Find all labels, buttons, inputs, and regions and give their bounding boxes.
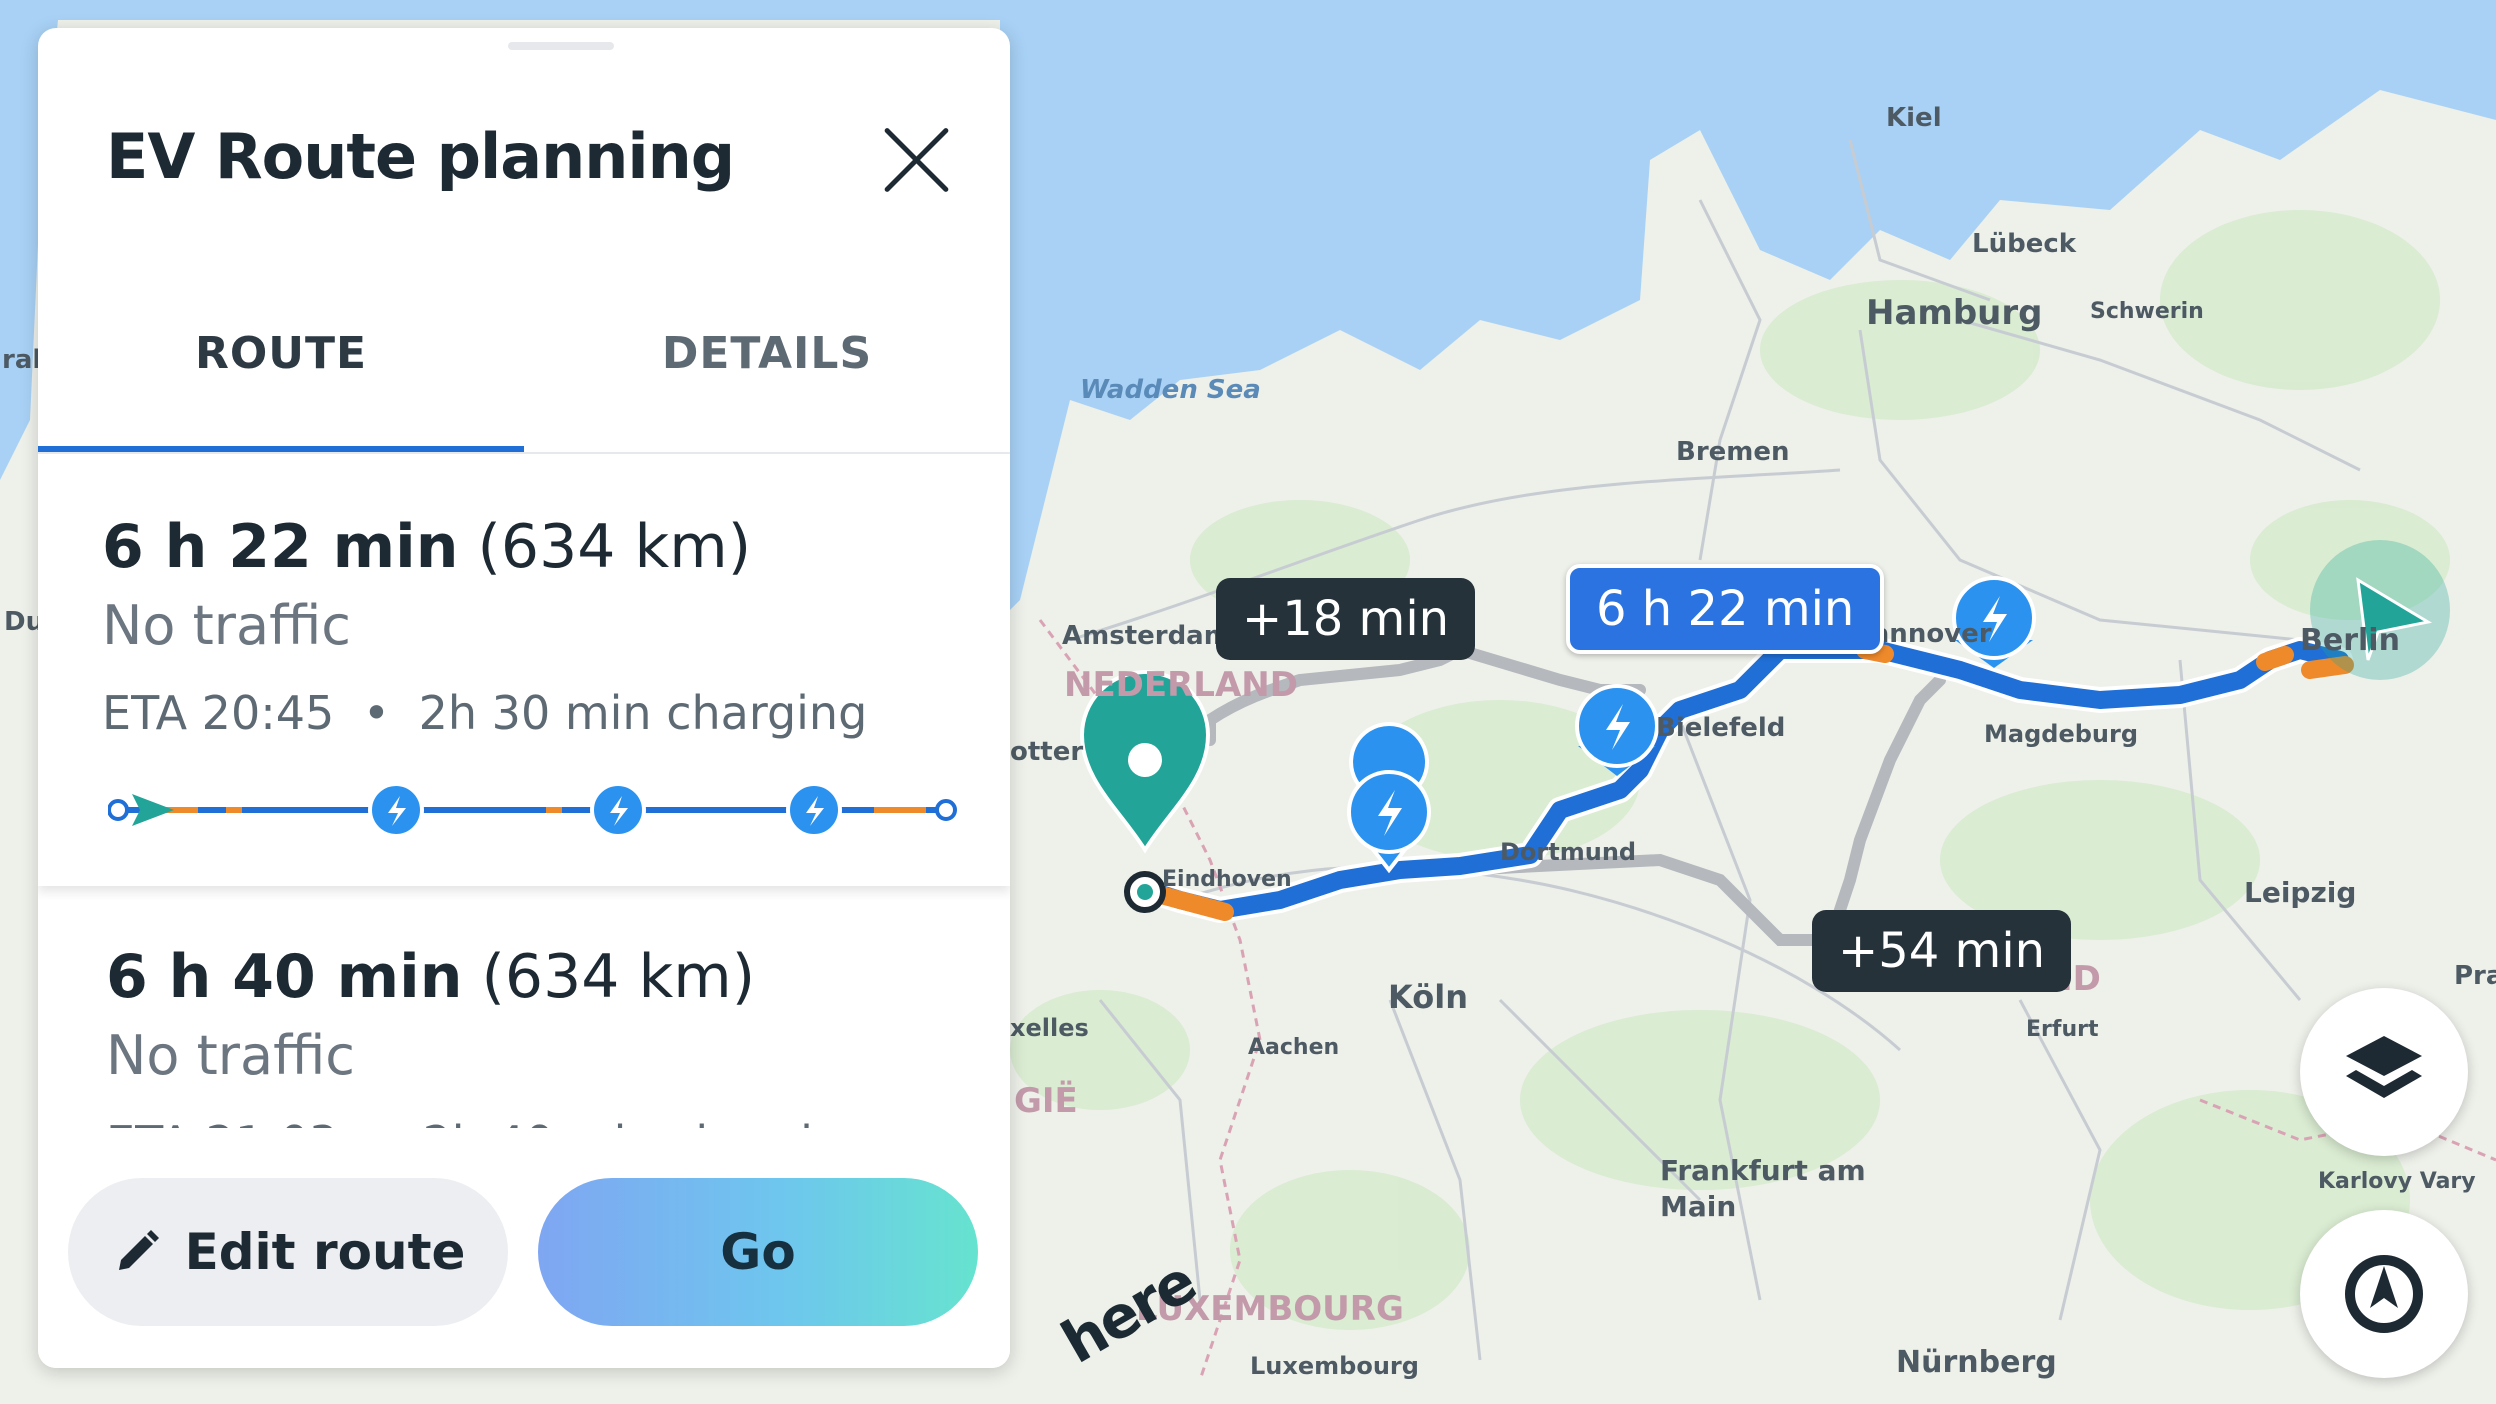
map-label-hamburg: Hamburg: [1866, 293, 2042, 333]
route-traffic: No traffic: [106, 1024, 355, 1087]
map-label-berlin: Berlin: [2300, 623, 2400, 658]
map-label-frankfurt: Frankfurt am: [1660, 1154, 1866, 1187]
map-label-koeln: Köln: [1388, 978, 1468, 1016]
close-icon[interactable]: [866, 120, 966, 220]
go-label: Go: [720, 1223, 796, 1281]
route-planning-panel: EV Route planning ROUTE DETAILS 6 h 22 m…: [38, 28, 1010, 1368]
destination-arrow-icon[interactable]: [2310, 540, 2450, 680]
tab-details[interactable]: DETAILS: [524, 328, 1010, 379]
map-label-wadden-sea: Wadden Sea: [1080, 375, 1261, 405]
compass-button[interactable]: [2300, 1210, 2468, 1378]
map-label-karlovy-vary: Karlovy Vary: [2318, 1169, 2476, 1194]
route-option-2[interactable]: 6 h 40 min (634 km) No traffic ETA 21:03…: [38, 900, 1010, 1170]
route-duration: 6 h 40 min: [106, 942, 463, 1012]
map-label-xelles: xelles: [1010, 1014, 1089, 1042]
map-label-pra: Pra: [2454, 961, 2496, 991]
route-time-badge-alt1[interactable]: +18 min: [1216, 578, 1476, 660]
map-label-magdeburg: Magdeburg: [1984, 720, 2138, 748]
route-summary: 6 h 22 min (634 km): [102, 512, 751, 582]
map-label-eindhoven: Eindhoven: [1162, 867, 1292, 892]
map-label-gie: GIË: [1014, 1080, 1078, 1121]
route-option-1[interactable]: 6 h 22 min (634 km) No traffic ETA 20:45…: [38, 454, 1010, 886]
route-time-badge-alt2[interactable]: +54 min: [1812, 910, 2072, 992]
panel-title: EV Route planning: [106, 120, 735, 193]
route-duration: 6 h 22 min: [102, 512, 459, 582]
map-label-bremen: Bremen: [1676, 437, 1790, 467]
route-eta-line: ETA 20:45 • 2h 30 min charging: [102, 686, 867, 740]
tab-route[interactable]: ROUTE: [38, 328, 524, 379]
map-label-amsterdam: Amsterdam: [1062, 621, 1231, 651]
map-label-bielefeld: Bielefeld: [1656, 713, 1785, 743]
edit-route-button[interactable]: Edit route: [68, 1178, 508, 1326]
map-label-kiel: Kiel: [1886, 103, 1942, 133]
map-label-dortmund: Dortmund: [1500, 838, 1636, 866]
map-label-ral: ral: [2, 345, 41, 375]
map-label-nederland: NEDERLAND: [1064, 665, 1298, 705]
layers-button[interactable]: [2300, 988, 2468, 1156]
route-distance: (634 km): [477, 512, 752, 582]
map-label-aachen: Aachen: [1248, 1035, 1339, 1060]
eta-separator: •: [362, 686, 391, 740]
panel-drag-handle[interactable]: [508, 42, 614, 50]
map-label-main: Main: [1660, 1190, 1736, 1223]
map-label-luebeck: Lübeck: [1972, 229, 2077, 259]
compass-icon: [2345, 1255, 2423, 1333]
route-time-badge-main[interactable]: 6 h 22 min: [1566, 564, 1885, 654]
map-label-otter: otter: [1010, 737, 1083, 767]
map-label-luxembourg: Luxembourg: [1250, 1352, 1419, 1380]
route-traffic: No traffic: [102, 594, 351, 657]
pencil-icon: [118, 1230, 159, 1270]
map-label-schwerin: Schwerin: [2090, 299, 2204, 324]
edit-route-label: Edit route: [184, 1223, 466, 1281]
layers-icon: [2346, 1036, 2422, 1098]
go-button[interactable]: Go: [538, 1178, 978, 1326]
map-label-leipzig: Leipzig: [2244, 876, 2356, 909]
route-charging-time: 2h 30 min charging: [418, 686, 868, 740]
route-summary: 6 h 40 min (634 km): [106, 942, 755, 1012]
route-distance: (634 km): [481, 942, 756, 1012]
map-label-nuernberg: Nürnberg: [1896, 1345, 2057, 1380]
route-strip: [108, 782, 957, 838]
map-label-erfurt: Erfurt: [2026, 1017, 2099, 1042]
route-eta: ETA 20:45: [102, 686, 335, 740]
